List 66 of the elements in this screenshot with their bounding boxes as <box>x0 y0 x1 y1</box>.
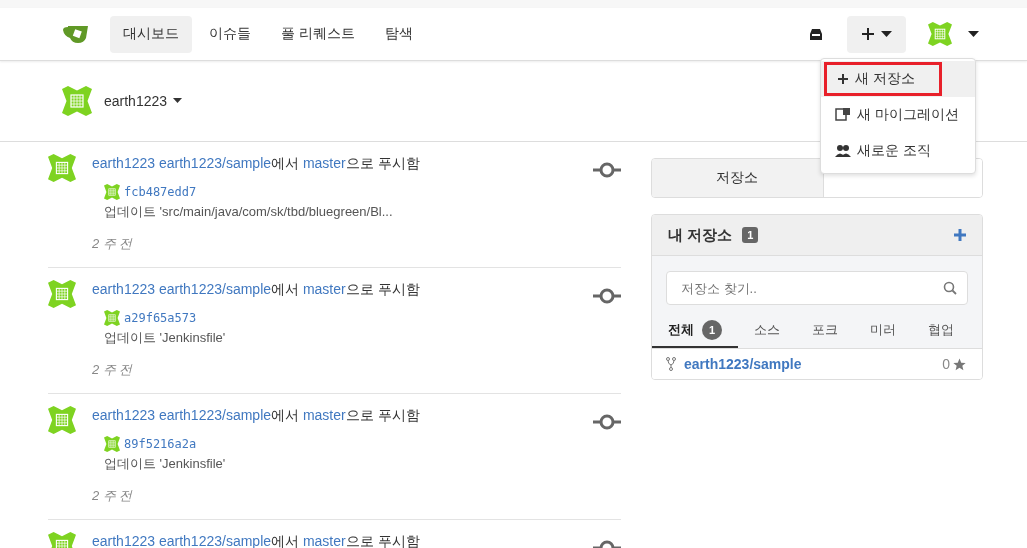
plus-icon[interactable] <box>954 229 966 241</box>
commit-icon <box>593 414 621 430</box>
timestamp: 2 주 전 <box>92 361 134 379</box>
device-icon <box>835 107 851 123</box>
commit-link[interactable]: a29f65a573 <box>124 311 197 325</box>
repo-link[interactable]: earth1223/sample <box>158 407 272 423</box>
plus-icon <box>837 73 849 85</box>
user-avatar-icon <box>104 310 120 326</box>
user-link[interactable]: earth1223 <box>92 155 156 171</box>
user-link[interactable]: earth1223 <box>92 533 156 548</box>
timestamp: 2 주 전 <box>92 235 134 253</box>
user-avatar-icon <box>104 184 120 200</box>
branch-link[interactable]: master <box>302 407 346 423</box>
repo-link[interactable]: earth1223/sample <box>158 533 272 548</box>
context-switcher[interactable]: earth1223 <box>104 93 183 109</box>
feed-title: earth1223 earth1223/sample에서 master으로 푸시함 <box>92 154 421 172</box>
commit-message: 업데이트 'src/main/java/com/sk/tbd/bluegreen/Bl... <box>104 203 394 221</box>
panel-title: 내 저장소 <box>668 225 733 245</box>
user-link[interactable]: earth1223 <box>92 407 156 423</box>
plus-icon <box>861 27 875 41</box>
fork-icon <box>666 357 676 371</box>
nav-tab[interactable]: 대시보드 <box>110 15 192 53</box>
caret-icon[interactable] <box>968 30 979 38</box>
commit-message: 업데이트 'Jenkinsfile' <box>104 329 227 347</box>
repo-link[interactable]: earth1223/sample <box>158 281 272 297</box>
caret-icon <box>881 30 892 38</box>
commit-link[interactable]: fcb487edd7 <box>124 185 197 199</box>
count-badge: 1 <box>742 227 759 243</box>
search-icon <box>943 281 957 295</box>
count-badge: 1 <box>702 319 722 340</box>
star-icon <box>953 357 966 371</box>
menu-item[interactable]: 새 저장소 <box>823 61 943 97</box>
commit-link[interactable]: 89f5216a2a <box>124 437 197 451</box>
commit-icon <box>593 288 621 304</box>
branch-link[interactable]: master <box>302 281 346 297</box>
user-avatar-icon <box>62 86 92 116</box>
commit-message: 업데이트 'Jenkinsfile' <box>104 455 227 473</box>
branch-link[interactable]: master <box>302 155 346 171</box>
repo-link[interactable]: earth1223/sample <box>684 356 802 372</box>
user-avatar-icon <box>48 154 76 182</box>
nav-tab[interactable]: 이슈들 <box>196 15 264 53</box>
people-icon <box>835 144 851 158</box>
user-avatar-icon <box>48 280 76 308</box>
feed-title: earth1223 earth1223/sample에서 master으로 푸시함 <box>92 406 421 424</box>
filter-tab[interactable]: 미러 <box>854 313 912 348</box>
search-field[interactable]: 저장소 찾기.. <box>666 271 968 305</box>
user-link[interactable]: earth1223 <box>92 281 156 297</box>
panel-tab[interactable]: 저장소 <box>652 159 824 197</box>
filter-tab[interactable]: 소스 <box>738 313 796 348</box>
timestamp: 2 주 전 <box>92 487 134 505</box>
user-avatar-icon <box>928 22 952 46</box>
commit-icon <box>593 162 621 178</box>
inbox-icon[interactable] <box>809 27 823 41</box>
create-button[interactable] <box>847 15 906 53</box>
repo-link[interactable]: earth1223/sample <box>158 155 272 171</box>
branch-link[interactable]: master <box>302 533 346 548</box>
user-avatar-icon <box>104 436 120 452</box>
filter-tab[interactable]: 포크 <box>796 313 854 348</box>
user-avatar-icon <box>48 406 76 434</box>
star-count: 0 <box>942 356 950 372</box>
nav-tab[interactable]: 탐색 <box>371 15 426 53</box>
filter-tab[interactable]: 협업 <box>912 313 970 348</box>
feed-title: earth1223 earth1223/sample에서 master으로 푸시함 <box>92 280 421 298</box>
nav-tab[interactable]: 풀 리퀘스트 <box>268 15 368 53</box>
feed-title: earth1223 earth1223/sample에서 master으로 푸시함 <box>92 532 421 548</box>
caret-icon <box>173 98 183 104</box>
